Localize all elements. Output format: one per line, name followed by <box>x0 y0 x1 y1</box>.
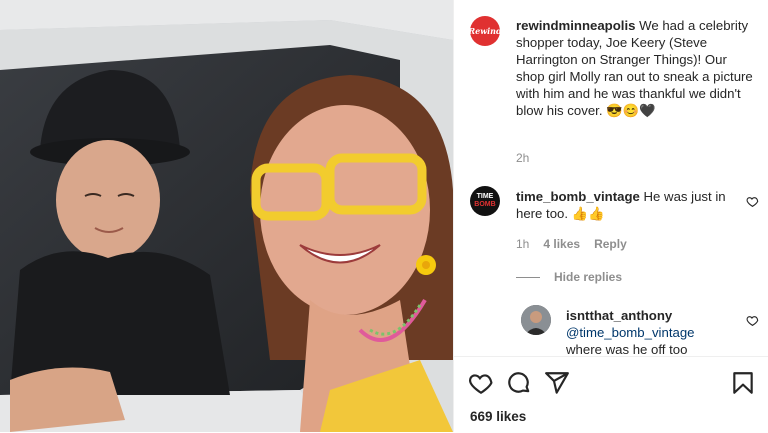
reply-avatar[interactable] <box>521 305 551 335</box>
small-heart-icon[interactable] <box>746 195 759 208</box>
comment-icon[interactable] <box>506 370 532 396</box>
comment-avatar-text-2: BOMB <box>474 201 496 208</box>
caption-avatar-text: Rewind <box>470 26 500 36</box>
selfie-image <box>0 0 453 432</box>
comment-username[interactable]: time_bomb_vintage <box>516 189 640 204</box>
bookmark-icon[interactable] <box>730 370 756 396</box>
caption-username[interactable]: rewindminneapolis <box>516 18 635 33</box>
comment-avatar-text-1: TIME <box>476 193 494 200</box>
heart-icon[interactable] <box>468 370 494 396</box>
comment-avatar[interactable]: TIME BOMB <box>470 186 500 216</box>
comment-body: time_bomb_vintage He was just in here to… <box>516 188 736 222</box>
action-bar: 669 likes <box>454 356 768 433</box>
caption-time: 2h <box>516 151 530 165</box>
post-viewer: Rewind rewindminneapolis We had a celebr… <box>0 0 768 432</box>
comment-time: 1h <box>516 237 530 251</box>
reply-avatar-image <box>521 305 551 335</box>
reply-text: where was he off too <box>566 342 688 356</box>
reply-mention[interactable]: @time_bomb_vintage <box>566 324 736 341</box>
hide-replies-button[interactable]: Hide replies <box>554 270 622 284</box>
comment-reply-button[interactable]: Reply <box>594 237 627 251</box>
hide-replies-row[interactable]: Hide replies <box>516 270 622 284</box>
reply-username[interactable]: isntthat_anthony <box>566 307 736 324</box>
comment-meta: 1h 4 likes Reply <box>516 237 627 251</box>
likes-count[interactable]: 669 likes <box>470 409 526 424</box>
share-icon[interactable] <box>544 370 570 396</box>
reply-body: isntthat_anthony @time_bomb_vintage wher… <box>566 307 736 356</box>
comments-panel: Rewind rewindminneapolis We had a celebr… <box>453 0 768 432</box>
caption-text: We had a celebrity shopper today, Joe Ke… <box>516 18 753 118</box>
comments-scroll[interactable]: Rewind rewindminneapolis We had a celebr… <box>454 0 768 356</box>
hide-replies-line <box>516 276 540 278</box>
comment-likes[interactable]: 4 likes <box>543 237 580 251</box>
small-heart-icon[interactable] <box>746 314 759 327</box>
caption-avatar[interactable]: Rewind <box>470 16 500 46</box>
caption-body: rewindminneapolis We had a celebrity sho… <box>516 17 756 119</box>
post-photo[interactable] <box>0 0 453 432</box>
